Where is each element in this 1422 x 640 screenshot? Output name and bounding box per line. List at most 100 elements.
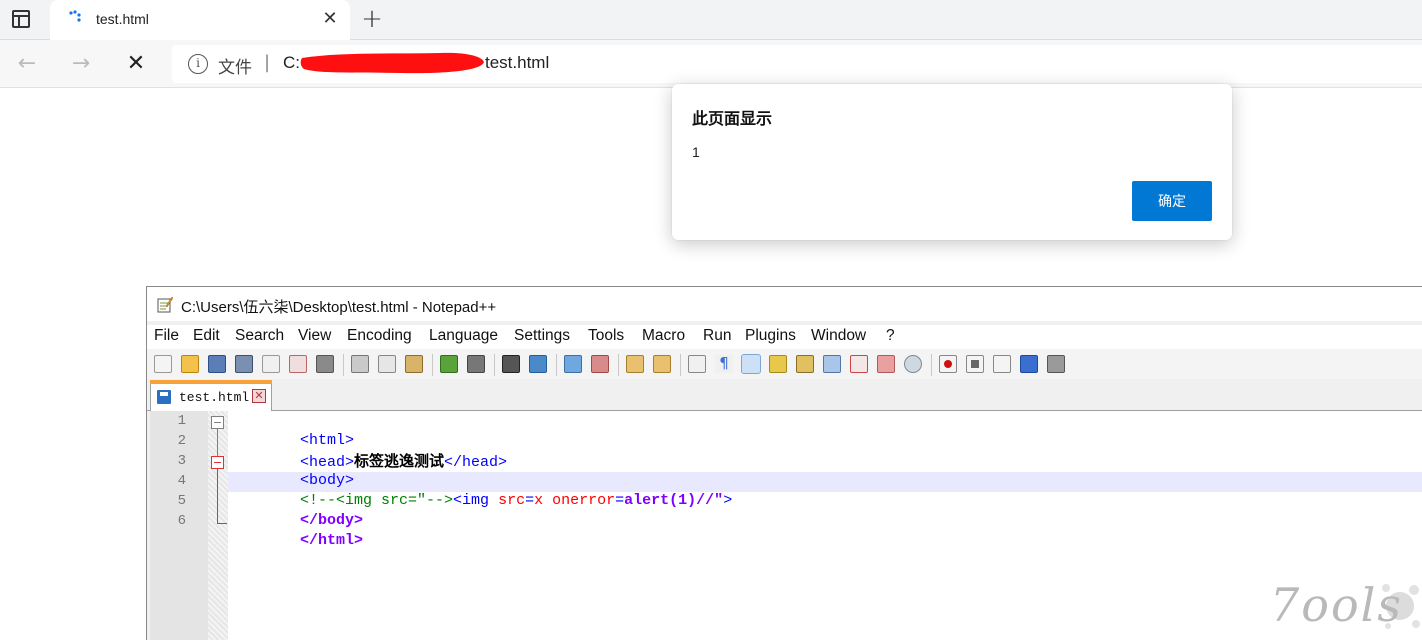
line-number: 5 — [177, 493, 186, 509]
menu-help[interactable]: ? — [886, 327, 895, 345]
show-all-characters-icon[interactable]: ¶ — [715, 355, 733, 373]
save-icon[interactable] — [208, 355, 226, 373]
menu-search[interactable]: Search — [235, 327, 284, 345]
fold-guide — [217, 469, 218, 523]
indent-guide-icon[interactable] — [741, 354, 761, 374]
close-file-icon[interactable] — [262, 355, 280, 373]
fold-html-toggle-icon[interactable] — [211, 416, 224, 429]
code-line-5: </body> — [228, 491, 363, 529]
sync-horizontal-icon[interactable] — [653, 355, 671, 373]
folder-workspace-icon[interactable] — [877, 355, 895, 373]
npp-document-tabs: test.html ✕ — [147, 379, 1422, 411]
code-line-6: </html> — [228, 511, 363, 549]
tab-close-icon[interactable]: ✕ — [320, 7, 340, 31]
monitoring-eye-icon[interactable] — [904, 355, 922, 373]
undo-icon[interactable] — [440, 355, 458, 373]
code-token: </html> — [300, 532, 364, 549]
new-file-icon[interactable] — [154, 355, 172, 373]
replace-icon[interactable] — [529, 355, 547, 373]
code-token: > — [723, 492, 733, 509]
toolbar-separator — [556, 354, 557, 376]
code-token: x — [534, 492, 544, 509]
document-tab-test-html[interactable]: test.html ✕ — [150, 380, 272, 411]
browser-toolbar: ← → ✕ i 文件 | C: test.html — [0, 40, 1422, 88]
code-token: = — [525, 492, 535, 509]
code-token: = — [615, 492, 625, 509]
code-editor[interactable]: 1 2 3 4 5 6 <html> <head>标签逃逸测试</head> <… — [150, 411, 1422, 640]
menu-view[interactable]: View — [298, 327, 331, 345]
menu-file[interactable]: File — [154, 327, 179, 345]
toolbar-separator — [343, 354, 344, 376]
zoom-in-icon[interactable] — [564, 355, 582, 373]
document-map-icon[interactable] — [796, 355, 814, 373]
menu-macro[interactable]: Macro — [642, 327, 685, 345]
copy-icon[interactable] — [378, 355, 396, 373]
word-wrap-icon[interactable] — [688, 355, 706, 373]
line-number: 1 — [177, 413, 186, 429]
find-icon[interactable] — [502, 355, 520, 373]
menu-tools[interactable]: Tools — [588, 327, 624, 345]
menu-language[interactable]: Language — [429, 327, 498, 345]
redaction-mark — [300, 52, 484, 74]
record-macro-icon[interactable] — [939, 355, 957, 373]
save-all-icon[interactable] — [235, 355, 253, 373]
toolbar-separator — [432, 354, 433, 376]
line-number: 3 — [177, 453, 186, 469]
code-line-2: <head>标签逃逸测试</head> — [228, 431, 507, 471]
dialog-message: 1 — [692, 144, 700, 160]
save-macro-icon[interactable] — [1047, 355, 1065, 373]
info-icon[interactable]: i — [188, 54, 208, 74]
alert-dialog: 此页面显示 1 确定 — [672, 84, 1232, 240]
menu-plugins[interactable]: Plugins — [745, 327, 796, 345]
run-macro-multiple-icon[interactable] — [1020, 355, 1038, 373]
npp-titlebar: C:\Users\伍六柒\Desktop\test.html - Notepad… — [147, 287, 1422, 321]
line-number: 4 — [177, 473, 186, 489]
stop-loading-button[interactable]: ✕ — [121, 50, 151, 78]
function-icon[interactable] — [850, 355, 868, 373]
code-line-3: <body> — [228, 451, 354, 489]
menu-run[interactable]: Run — [703, 327, 731, 345]
close-all-icon[interactable] — [289, 355, 307, 373]
zoom-out-icon[interactable] — [591, 355, 609, 373]
menu-edit[interactable]: Edit — [193, 327, 220, 345]
tab-actions-icon[interactable] — [12, 10, 30, 28]
toolbar-separator — [931, 354, 932, 376]
npp-menubar: File Edit Search View Encoding Language … — [147, 325, 1422, 349]
paste-icon[interactable] — [405, 355, 423, 373]
fold-margin — [208, 411, 228, 640]
user-language-icon[interactable] — [769, 355, 787, 373]
npp-toolbar: ¶ — [147, 349, 1422, 379]
sync-vertical-icon[interactable] — [626, 355, 644, 373]
menu-encoding[interactable]: Encoding — [347, 327, 412, 345]
play-macro-icon[interactable] — [993, 355, 1011, 373]
print-icon[interactable] — [316, 355, 334, 373]
open-file-icon[interactable] — [181, 355, 199, 373]
toolbar-separator — [494, 354, 495, 376]
document-tab-close-icon[interactable]: ✕ — [252, 389, 266, 403]
watermark-text: 7ools — [1270, 578, 1403, 632]
code-token: </head> — [444, 454, 508, 471]
address-scheme-label: 文件 — [218, 58, 252, 78]
cut-icon[interactable] — [351, 355, 369, 373]
address-url-start: C: — [283, 53, 300, 72]
screen: test.html ✕ + ← → ✕ i 文件 | C: test.html — [0, 0, 1422, 640]
browser-tab-strip: test.html ✕ + — [0, 0, 1422, 40]
new-tab-button[interactable]: + — [358, 4, 386, 34]
back-button[interactable]: ← — [12, 50, 42, 78]
function-list-icon[interactable] — [823, 355, 841, 373]
line-number: 6 — [177, 513, 186, 529]
ok-button[interactable]: 确定 — [1132, 181, 1212, 221]
stop-macro-icon[interactable] — [966, 355, 984, 373]
fold-body-toggle-icon[interactable] — [211, 456, 224, 469]
forward-button[interactable]: → — [66, 50, 96, 78]
browser-tab[interactable]: test.html ✕ — [50, 0, 350, 40]
menu-settings[interactable]: Settings — [514, 327, 570, 345]
toolbar-separator — [618, 354, 619, 376]
notepad-app-icon — [157, 296, 173, 313]
address-bar[interactable]: i 文件 | C: test.html — [172, 45, 1422, 83]
address-url-end: test.html — [485, 53, 550, 72]
redo-icon[interactable] — [467, 355, 485, 373]
watermark: 7ools — [1262, 576, 1422, 640]
line-number-gutter: 1 2 3 4 5 6 — [150, 411, 208, 640]
menu-window[interactable]: Window — [811, 327, 866, 345]
